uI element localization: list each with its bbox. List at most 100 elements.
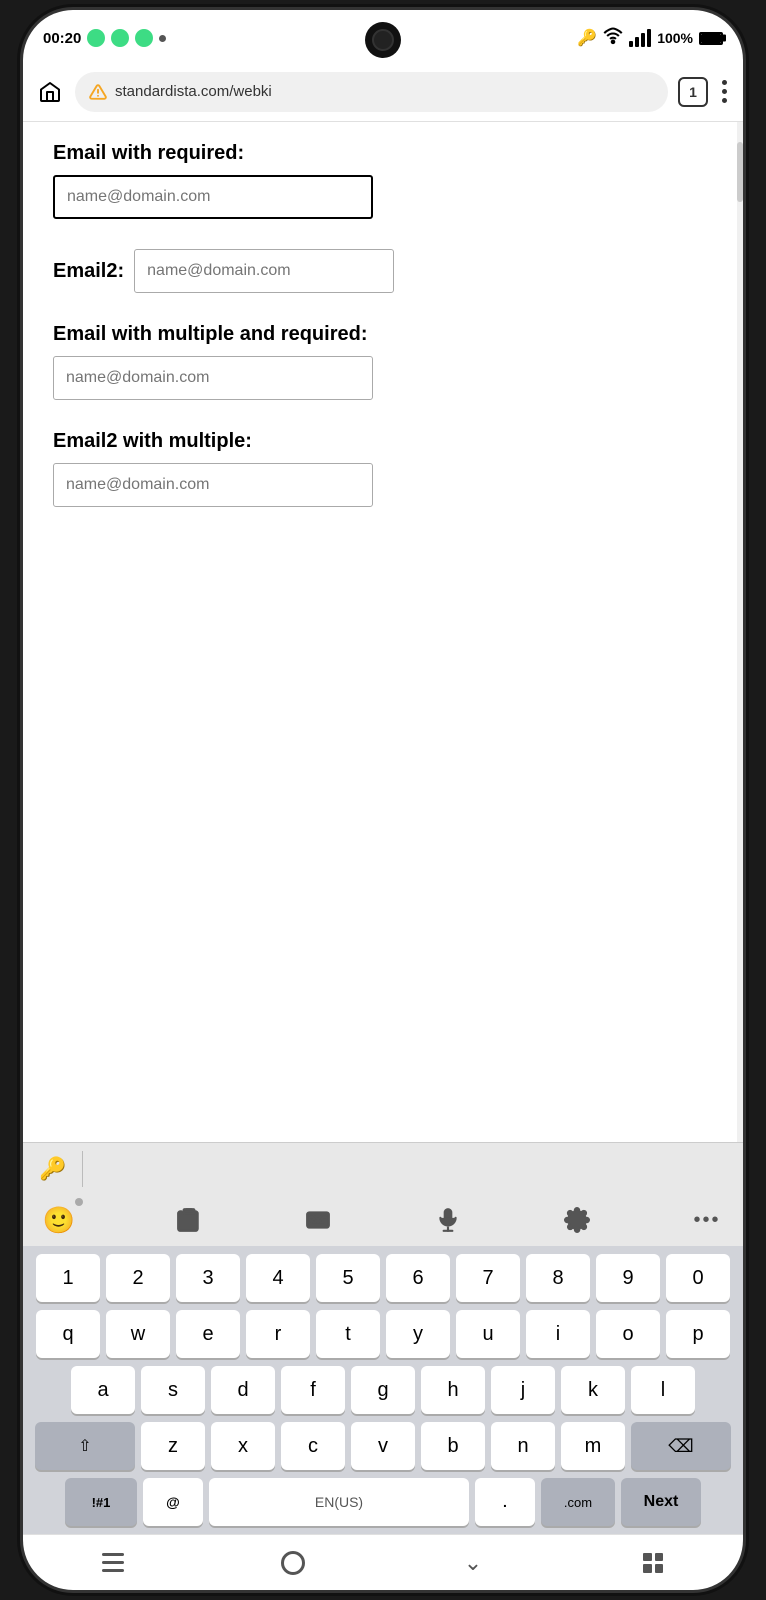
key-v[interactable]: v [351, 1422, 415, 1470]
key-s[interactable]: s [141, 1366, 205, 1414]
key-t[interactable]: t [316, 1310, 380, 1358]
key-c[interactable]: c [281, 1422, 345, 1470]
status-dot [159, 35, 166, 42]
form-section-4: Email2 with multiple: [53, 430, 713, 507]
emoji-button[interactable]: 🙂 [39, 1200, 79, 1240]
emoji-dot [75, 1198, 83, 1206]
key-d[interactable]: d [211, 1366, 275, 1414]
mic-button[interactable] [428, 1200, 468, 1240]
key-b[interactable]: b [421, 1422, 485, 1470]
key-8[interactable]: 8 [526, 1254, 590, 1302]
menu-dot-2 [722, 89, 727, 94]
keyboard-toolbar: 🔑 [23, 1142, 743, 1194]
key-o[interactable]: o [596, 1310, 660, 1358]
key-backspace[interactable]: ⌫ [631, 1422, 731, 1470]
status-time: 00:20 [43, 30, 81, 47]
key-e[interactable]: e [176, 1310, 240, 1358]
key-p[interactable]: p [666, 1310, 730, 1358]
key-next[interactable]: Next [621, 1478, 701, 1526]
nav-chevron-icon: ⌄ [464, 1550, 482, 1576]
key-5[interactable]: 5 [316, 1254, 380, 1302]
email-required-input[interactable] [53, 175, 373, 219]
key-j[interactable]: j [491, 1366, 555, 1414]
camera-lens [372, 29, 394, 51]
battery-percent: 100% [657, 30, 693, 46]
android-icon-2 [111, 29, 129, 47]
android-icon-1 [87, 29, 105, 47]
key-g[interactable]: g [351, 1366, 415, 1414]
nav-home-button[interactable] [263, 1543, 323, 1583]
android-icon-3 [135, 29, 153, 47]
nav-bar: ⌄ [23, 1534, 743, 1590]
nav-keyboard-button[interactable] [623, 1543, 683, 1583]
key-shift[interactable]: ⇧ [35, 1422, 135, 1470]
nav-recents-button[interactable]: ⌄ [443, 1543, 503, 1583]
email-multiple-required-input[interactable] [53, 356, 373, 400]
emoji-icon: 🙂 [43, 1205, 75, 1236]
nav-back-icon [102, 1553, 124, 1572]
key-m[interactable]: m [561, 1422, 625, 1470]
field3-label: Email with multiple and required: [53, 323, 713, 346]
key-k[interactable]: k [561, 1366, 625, 1414]
key-7[interactable]: 7 [456, 1254, 520, 1302]
clipboard-button[interactable] [169, 1200, 209, 1240]
tab-count[interactable]: 1 [678, 77, 708, 107]
status-left: 00:20 [43, 29, 166, 47]
keyboard-row-asdf: a s d f g h j k l [27, 1366, 739, 1414]
key-9[interactable]: 9 [596, 1254, 660, 1302]
key-a[interactable]: a [71, 1366, 135, 1414]
key-f[interactable]: f [281, 1366, 345, 1414]
status-right: 🔑 100% [577, 26, 723, 51]
key-at[interactable]: @ [143, 1478, 203, 1526]
key-dotcom[interactable]: .com [541, 1478, 615, 1526]
key-y[interactable]: y [386, 1310, 450, 1358]
field1-label: Email with required: [53, 142, 713, 165]
form-section-3: Email with multiple and required: [53, 323, 713, 400]
battery-icon [699, 32, 723, 45]
key-3[interactable]: 3 [176, 1254, 240, 1302]
nav-back-button[interactable] [83, 1543, 143, 1583]
key-symbols[interactable]: !#1 [65, 1478, 137, 1526]
key-h[interactable]: h [421, 1366, 485, 1414]
key-period[interactable]: . [475, 1478, 535, 1526]
key-x[interactable]: x [211, 1422, 275, 1470]
camera-notch [365, 22, 401, 58]
key-z[interactable]: z [141, 1422, 205, 1470]
key-l[interactable]: l [631, 1366, 695, 1414]
web-content: Email with required: Email2: Email with … [23, 122, 743, 1142]
key-6[interactable]: 6 [386, 1254, 450, 1302]
key-u[interactable]: u [456, 1310, 520, 1358]
keyboard-row-qwerty: q w e r t y u i o p [27, 1310, 739, 1358]
browser-bar: standardista.com/webki 1 [23, 62, 743, 122]
nav-keyboard-icon [643, 1553, 663, 1573]
scrollbar[interactable] [737, 122, 743, 1142]
url-bar[interactable]: standardista.com/webki [75, 72, 668, 112]
key-0[interactable]: 0 [666, 1254, 730, 1302]
key-icon: 🔑 [39, 1156, 66, 1182]
form-section-1: Email with required: [53, 142, 713, 219]
key-w[interactable]: w [106, 1310, 170, 1358]
key-r[interactable]: r [246, 1310, 310, 1358]
keyboard-row-numbers: 1 2 3 4 5 6 7 8 9 0 [27, 1254, 739, 1302]
email2-multiple-input[interactable] [53, 463, 373, 507]
toolbar-divider [82, 1151, 83, 1187]
key-spacebar[interactable]: EN(US) [209, 1478, 469, 1526]
url-text: standardista.com/webki [115, 83, 272, 100]
key-4[interactable]: 4 [246, 1254, 310, 1302]
key-i[interactable]: i [526, 1310, 590, 1358]
menu-button[interactable] [718, 76, 731, 107]
menu-dot-3 [722, 98, 727, 103]
email2-input[interactable] [134, 249, 394, 293]
home-button[interactable] [35, 77, 65, 107]
keyboard-row-bottom: !#1 @ EN(US) . .com Next [27, 1478, 739, 1526]
settings-button[interactable] [557, 1200, 597, 1240]
key-n[interactable]: n [491, 1422, 555, 1470]
vpn-key-icon: 🔑 [577, 28, 597, 48]
key-2[interactable]: 2 [106, 1254, 170, 1302]
emoji-toolbar: 🙂 [23, 1194, 743, 1246]
key-1[interactable]: 1 [36, 1254, 100, 1302]
field4-label: Email2 with multiple: [53, 430, 713, 453]
more-button[interactable]: ••• [687, 1200, 727, 1240]
keyboard-switch-button[interactable] [298, 1200, 338, 1240]
key-q[interactable]: q [36, 1310, 100, 1358]
